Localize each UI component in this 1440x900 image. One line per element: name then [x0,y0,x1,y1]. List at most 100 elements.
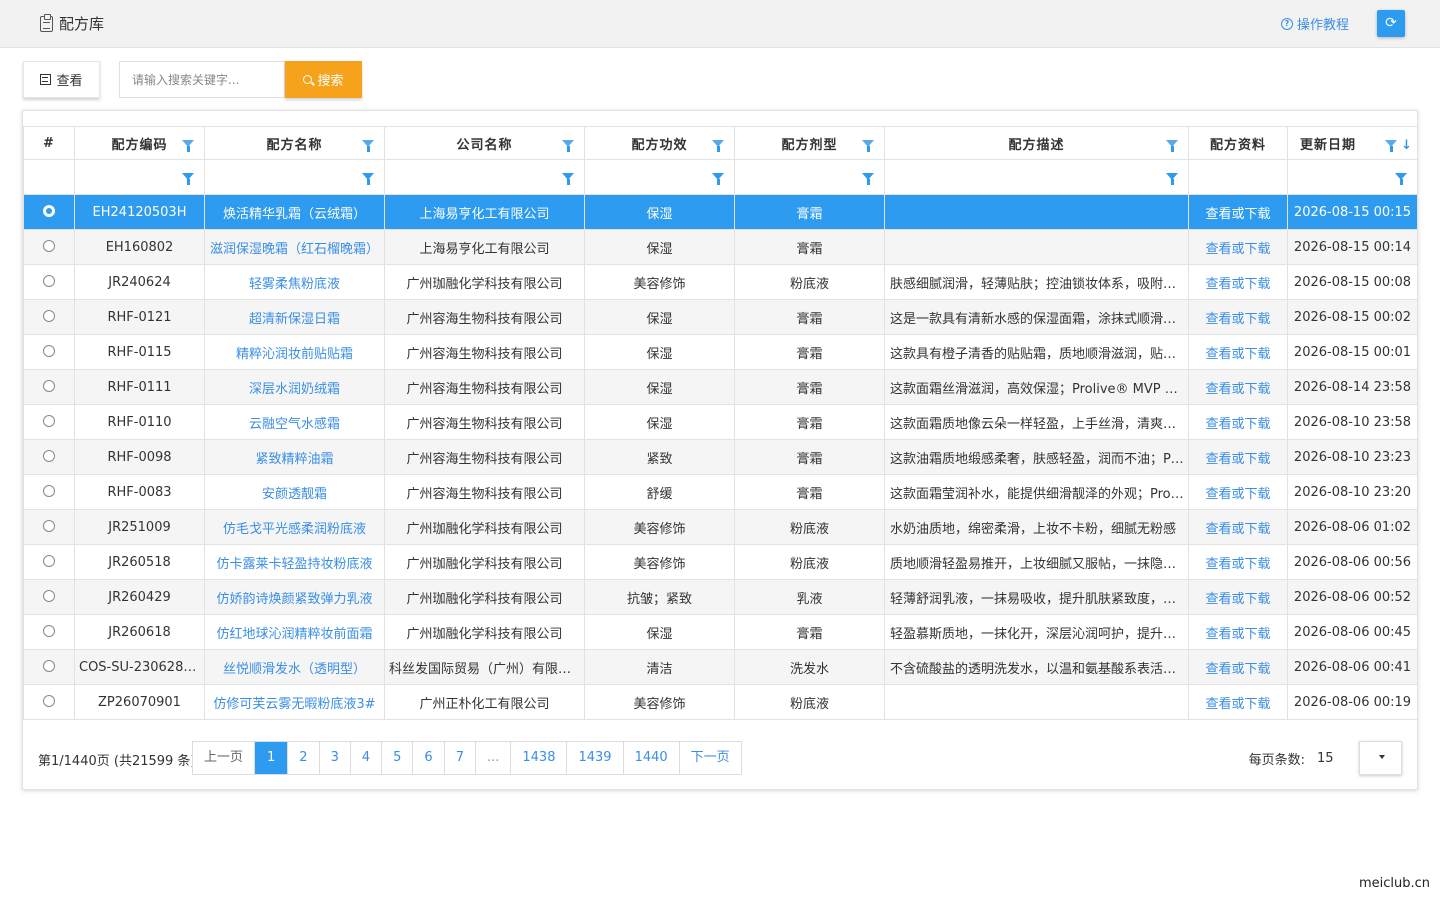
radio-button[interactable] [43,415,55,427]
row-radio[interactable] [23,544,75,580]
document-link[interactable]: 查看或下载 [1188,194,1288,230]
page-button[interactable]: 1440 [623,742,680,774]
document-link[interactable]: 查看或下载 [1188,544,1288,580]
recipe-name-link[interactable]: 仿娇韵诗焕颜紧致弹力乳液 [204,579,385,615]
radio-button[interactable] [43,310,55,322]
filter-icon[interactable] [1166,140,1178,152]
table-row[interactable]: RHF-0121 超清新保湿日霜 广州容海生物科技有限公司 保湿 膏霜 这是一款具有清新水… [23,299,1418,335]
recipe-name-link[interactable]: 仿红地球沁润精粹妆前面霜 [204,614,385,650]
page-ellipsis[interactable]: ... [475,742,512,774]
filter-icon[interactable] [182,140,194,152]
filter-icon[interactable] [1385,140,1397,152]
filter-icon[interactable] [1395,173,1407,185]
table-row[interactable]: EH24120503H 焕活精华乳霜（云绒霜） 上海易亨化工有限公司 保湿 膏霜 查看或下… [23,194,1418,230]
column-header-description[interactable]: 配方描述 [884,126,1189,160]
row-radio[interactable] [23,404,75,440]
row-radio[interactable] [23,579,75,615]
row-radio[interactable] [23,229,75,265]
refresh-button[interactable]: ⟳ [1377,10,1405,37]
recipe-name-link[interactable]: 滋润保湿晚霜（红石榴晚霜） [204,229,385,265]
recipe-name-link[interactable]: 仿毛戈平光感柔润粉底液 [204,509,385,545]
document-link[interactable]: 查看或下载 [1188,299,1288,335]
recipe-name-link[interactable]: 超清新保湿日霜 [204,299,385,335]
view-button[interactable]: 查看 [23,61,100,98]
table-row[interactable]: RHF-0111 深层水润奶绒霜 广州容海生物科技有限公司 保湿 膏霜 这款面霜丝滑滋润，… [23,369,1418,405]
filter-cell-date[interactable] [1287,159,1418,195]
document-link[interactable]: 查看或下载 [1188,439,1288,475]
column-header-code[interactable]: 配方编码 [74,126,205,160]
page-button[interactable]: 1 [255,742,289,774]
column-header-effect[interactable]: 配方功效 [584,126,735,160]
filter-cell-description[interactable] [884,159,1189,195]
table-row[interactable]: EH160802 滋润保湿晚霜（红石榴晚霜） 上海易亨化工有限公司 保湿 膏霜 查看或下载… [23,229,1418,265]
recipe-name-link[interactable]: 安颜透靓霜 [204,474,385,510]
column-header-name[interactable]: 配方名称 [204,126,385,160]
document-link[interactable]: 查看或下载 [1188,229,1288,265]
document-link[interactable]: 查看或下载 [1188,684,1288,720]
column-header-company[interactable]: 公司名称 [384,126,585,160]
row-radio[interactable] [23,264,75,300]
radio-button[interactable] [43,660,55,672]
filter-icon[interactable] [712,173,724,185]
filter-icon[interactable] [562,173,574,185]
row-radio[interactable] [23,474,75,510]
radio-button[interactable] [43,485,55,497]
search-input[interactable] [119,61,285,98]
table-row[interactable]: COS-SU-230628F-L 丝悦顺滑发水（透明型） 科丝发国际贸易（广州）有限… [23,649,1418,685]
document-link[interactable]: 查看或下载 [1188,614,1288,650]
document-link[interactable]: 查看或下载 [1188,334,1288,370]
page-button[interactable]: 6 [413,742,445,774]
document-link[interactable]: 查看或下载 [1188,264,1288,300]
recipe-name-link[interactable]: 轻雾柔焦粉底液 [204,264,385,300]
radio-button[interactable] [43,205,55,217]
table-row[interactable]: JR260618 仿红地球沁润精粹妆前面霜 广州珈融化学科技有限公司 保湿 膏霜 轻盈慕斯… [23,614,1418,650]
recipe-name-link[interactable]: 云融空气水感霜 [204,404,385,440]
search-button[interactable]: 搜索 [285,61,362,98]
document-link[interactable]: 查看或下载 [1188,579,1288,615]
document-link[interactable]: 查看或下载 [1188,509,1288,545]
table-row[interactable]: RHF-0098 紧致精粹油霜 广州容海生物科技有限公司 紧致 膏霜 这款油霜质地缎感柔奢… [23,439,1418,475]
table-row[interactable]: JR260429 仿娇韵诗焕颜紧致弹力乳液 广州珈融化学科技有限公司 抗皱；紧致 乳液轻… [23,579,1418,615]
recipe-name-link[interactable]: 仿卡露莱卡轻盈持妆粉底液 [204,544,385,580]
row-radio[interactable] [23,334,75,370]
sort-desc-icon[interactable]: ↓ [1401,138,1413,153]
radio-button[interactable] [43,590,55,602]
document-link[interactable]: 查看或下载 [1188,474,1288,510]
row-radio[interactable] [23,509,75,545]
row-radio[interactable] [23,194,75,230]
recipe-name-link[interactable]: 丝悦顺滑发水（透明型） [204,649,385,685]
column-header-date[interactable]: 更新日期 ↓ [1287,126,1418,160]
filter-icon[interactable] [862,140,874,152]
recipe-name-link[interactable]: 紧致精粹油霜 [204,439,385,475]
page-button[interactable]: 5 [382,742,414,774]
row-radio[interactable] [23,684,75,720]
table-row[interactable]: RHF-0110 云融空气水感霜 广州容海生物科技有限公司 保湿 膏霜 这款面霜质地像云朵… [23,404,1418,440]
page-button[interactable]: 1439 [567,742,624,774]
document-link[interactable]: 查看或下载 [1188,404,1288,440]
page-button[interactable]: 2 [288,742,320,774]
filter-icon[interactable] [182,173,194,185]
radio-button[interactable] [43,450,55,462]
filter-cell-company[interactable] [384,159,585,195]
radio-button[interactable] [43,345,55,357]
row-radio[interactable] [23,614,75,650]
row-radio[interactable] [23,439,75,475]
filter-cell-code[interactable] [74,159,205,195]
filter-icon[interactable] [362,140,374,152]
table-row[interactable]: RHF-0115 精粹沁润妆前贴贴霜 广州容海生物科技有限公司 保湿 膏霜 这款具有橙子清… [23,334,1418,370]
table-row[interactable]: JR240624 轻雾柔焦粉底液 广州珈融化学科技有限公司 美容修饰 粉底液 肤感细腻润滑… [23,264,1418,300]
filter-icon[interactable] [1166,173,1178,185]
table-row[interactable]: JR260518 仿卡露莱卡轻盈持妆粉底液 广州珈融化学科技有限公司 美容修饰 粉底液质… [23,544,1418,580]
filter-cell-form[interactable] [734,159,885,195]
filter-cell-effect[interactable] [584,159,735,195]
table-row[interactable]: JR251009 仿毛戈平光感柔润粉底液 广州珈融化学科技有限公司 美容修饰 粉底液 水奶… [23,509,1418,545]
row-radio[interactable] [23,649,75,685]
page-button[interactable]: 4 [350,742,383,774]
radio-button[interactable] [43,275,55,287]
filter-icon[interactable] [362,173,374,185]
page-button[interactable]: 3 [319,742,351,774]
recipe-name-link[interactable]: 深层水润奶绒霜 [204,369,385,405]
radio-button[interactable] [43,240,55,252]
radio-button[interactable] [43,625,55,637]
radio-button[interactable] [43,520,55,532]
